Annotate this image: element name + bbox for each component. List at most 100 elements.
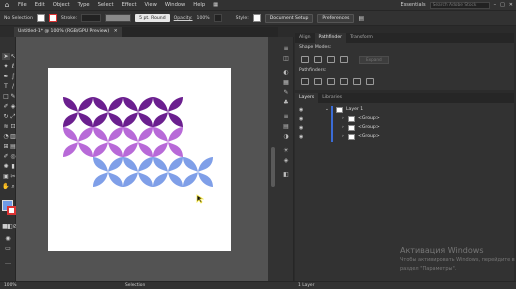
petal-shape[interactable] — [198, 172, 213, 187]
menu-object[interactable]: Object — [49, 2, 74, 8]
petal-shape[interactable] — [153, 97, 168, 112]
petal-shape[interactable] — [153, 112, 168, 127]
petal-shape[interactable] — [108, 157, 123, 172]
petal-shape[interactable] — [138, 112, 153, 127]
petal-motif[interactable] — [123, 127, 153, 157]
expand-arrow-icon[interactable]: › — [342, 116, 344, 121]
petal-shape[interactable] — [93, 97, 108, 112]
intersect-icon[interactable] — [327, 56, 335, 63]
petal-shape[interactable] — [123, 112, 138, 127]
menu-edit[interactable]: Edit — [31, 2, 49, 8]
petal-shape[interactable] — [78, 97, 93, 112]
petal-motif[interactable] — [183, 157, 213, 187]
petal-shape[interactable] — [78, 142, 93, 157]
workspace-switcher[interactable]: Essentials — [401, 2, 426, 8]
visibility-eye-icon[interactable]: ◉ — [299, 125, 303, 131]
expand-button[interactable]: Expand — [359, 56, 389, 64]
petal-motif[interactable] — [153, 127, 183, 157]
group-name[interactable]: <Group> — [358, 134, 380, 139]
layer-name[interactable]: Layer 1 — [346, 107, 363, 112]
petal-motif[interactable] — [123, 97, 153, 127]
petal-motif[interactable] — [93, 97, 123, 127]
petal-motif[interactable] — [123, 157, 153, 187]
expand-arrow-icon[interactable]: › — [342, 134, 344, 139]
libraries-icon[interactable]: ◫ — [282, 55, 290, 62]
petal-shape[interactable] — [93, 157, 108, 172]
layer-row[interactable]: ◉ ⌄ Layer 1 — [295, 106, 513, 115]
properties-icon[interactable]: ≡ — [282, 45, 290, 52]
petal-shape[interactable] — [183, 157, 198, 172]
minus-front-icon[interactable] — [314, 56, 322, 63]
petal-shape[interactable] — [78, 112, 93, 127]
petal-shape[interactable] — [153, 142, 168, 157]
petal-shape[interactable] — [63, 142, 78, 157]
group-row[interactable]: ◉ › <Group> — [295, 133, 513, 142]
screen-mode-icon[interactable]: ▭ — [4, 245, 12, 252]
menu-type[interactable]: Type — [74, 2, 94, 8]
artwork-pattern[interactable] — [48, 68, 231, 251]
maximize-icon[interactable]: □ — [500, 2, 505, 8]
petal-shape[interactable] — [138, 172, 153, 187]
petal-shape[interactable] — [93, 172, 108, 187]
petal-shape[interactable] — [168, 157, 183, 172]
minimize-icon[interactable]: – — [494, 2, 497, 8]
arrange-documents-icon[interactable]: ▤ — [358, 15, 364, 22]
brush-definition[interactable]: 5 pt. Round — [135, 14, 170, 22]
petal-shape[interactable] — [93, 142, 108, 157]
petal-shape[interactable] — [123, 172, 138, 187]
tab-align[interactable]: Align — [295, 33, 315, 43]
draw-mode-icon[interactable]: ◉ — [4, 235, 12, 242]
tab-transform[interactable]: Transform — [346, 33, 377, 43]
petal-shape[interactable] — [168, 142, 183, 157]
current-tool-status[interactable]: Selection — [125, 283, 145, 288]
symbols-icon[interactable]: ♣ — [282, 99, 290, 106]
graphic-style-swatch[interactable] — [252, 14, 261, 22]
expand-arrow-icon[interactable]: › — [342, 125, 344, 130]
group-name[interactable]: <Group> — [358, 125, 380, 130]
outline-icon[interactable] — [353, 78, 361, 85]
petal-shape[interactable] — [183, 172, 198, 187]
group-row[interactable]: ◉ › <Group> — [295, 115, 513, 124]
home-icon[interactable]: ⌂ — [0, 0, 14, 10]
petal-shape[interactable] — [198, 157, 213, 172]
petal-shape[interactable] — [138, 97, 153, 112]
petal-motif[interactable] — [153, 97, 183, 127]
stroke-color-swatch[interactable] — [48, 14, 57, 22]
more-tools-icon[interactable]: … — [4, 259, 12, 266]
swatches-icon[interactable]: ▦ — [282, 79, 290, 86]
menu-help[interactable]: Help — [189, 2, 209, 8]
variable-width-field[interactable] — [105, 14, 132, 22]
vertical-scrollbar[interactable] — [268, 37, 278, 281]
petal-shape[interactable] — [168, 172, 183, 187]
unite-icon[interactable] — [301, 56, 309, 63]
tab-libraries[interactable]: Libraries — [318, 93, 346, 103]
expand-arrow-icon[interactable]: ⌄ — [325, 107, 329, 112]
petal-shape[interactable] — [123, 127, 138, 142]
layers-icon[interactable]: ◧ — [282, 171, 290, 178]
group-name[interactable]: <Group> — [358, 116, 380, 121]
petal-shape[interactable] — [93, 127, 108, 142]
petal-shape[interactable] — [63, 112, 78, 127]
trim-icon[interactable] — [314, 78, 322, 85]
petal-shape[interactable] — [138, 142, 153, 157]
petal-shape[interactable] — [153, 172, 168, 187]
scroll-thumb[interactable] — [271, 147, 275, 187]
exclude-icon[interactable] — [340, 56, 348, 63]
petal-shape[interactable] — [108, 97, 123, 112]
gradient-panel-icon[interactable]: ▤ — [282, 123, 290, 130]
petal-motif[interactable] — [93, 127, 123, 157]
preferences-button[interactable]: Preferences — [317, 13, 355, 23]
visibility-eye-icon[interactable]: ◉ — [299, 107, 303, 113]
appearance-icon[interactable]: ☀ — [282, 147, 290, 154]
visibility-eye-icon[interactable]: ◉ — [299, 134, 303, 140]
petal-motif[interactable] — [63, 97, 93, 127]
petal-shape[interactable] — [108, 142, 123, 157]
petal-shape[interactable] — [168, 112, 183, 127]
menu-file[interactable]: File — [14, 2, 31, 8]
color-panel-icon[interactable]: ◐ — [282, 69, 290, 76]
petal-motif[interactable] — [93, 157, 123, 187]
document-tab[interactable]: Untitled-1* @ 100% (RGB/GPU Preview) ✕ — [14, 27, 122, 37]
merge-icon[interactable] — [327, 78, 335, 85]
zoom-level[interactable]: 100% — [4, 283, 17, 288]
menu-view[interactable]: View — [141, 2, 161, 8]
